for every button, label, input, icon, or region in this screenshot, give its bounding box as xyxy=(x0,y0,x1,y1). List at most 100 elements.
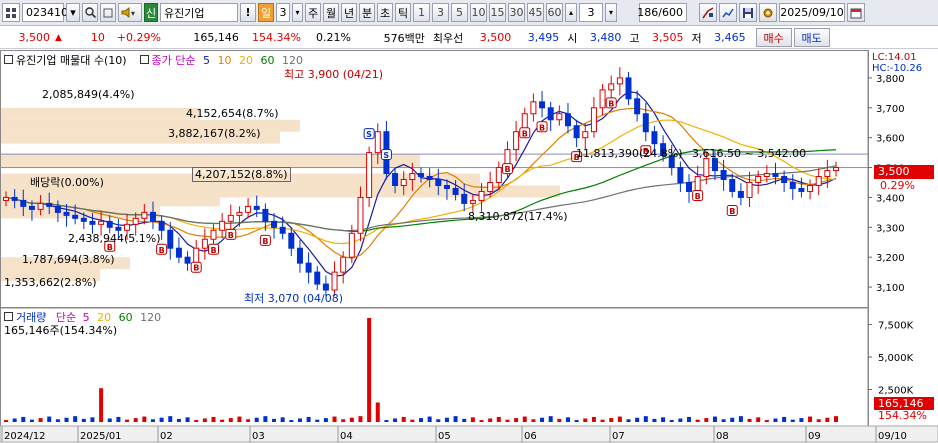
volume-box-icon xyxy=(4,312,13,321)
candle-body xyxy=(634,98,641,115)
stock-code-input[interactable]: 023410 xyxy=(22,3,68,22)
ma-legend: 종가 단순 xyxy=(151,54,196,67)
volume-bar xyxy=(220,419,225,422)
candle-body xyxy=(711,158,718,172)
buy-button[interactable]: 매수 xyxy=(755,28,792,47)
code-dropdown-icon[interactable]: ▾ xyxy=(66,3,80,22)
sell-button[interactable]: 매도 xyxy=(793,28,830,47)
interval-dropdown-icon[interactable]: ▾ xyxy=(605,3,617,22)
period-num-field[interactable]: 3 xyxy=(276,3,290,22)
volume-bar xyxy=(695,419,700,422)
x-axis-band xyxy=(0,425,938,443)
period-tick-button[interactable]: 틱 xyxy=(395,3,411,22)
price-tick-label: 3,300 xyxy=(876,223,905,234)
candle-body xyxy=(348,232,355,258)
candle-body xyxy=(305,262,312,273)
sell-signal-glyph: S xyxy=(366,130,372,139)
candle-body xyxy=(167,229,174,249)
chart-toolbar: 023410 ▾ ▾ 신 유진기업 ! 일 3 ▾ 주 월 년 분 초 틱 1 … xyxy=(0,0,938,26)
volume-bar xyxy=(747,418,752,422)
candle-body xyxy=(400,179,407,186)
candle-body xyxy=(392,173,399,186)
save-icon[interactable] xyxy=(739,3,757,22)
volume-ratio: 154.34% xyxy=(251,31,301,44)
volume-bar xyxy=(626,419,631,422)
volume-pane-border xyxy=(0,307,869,427)
volume-bar xyxy=(73,416,78,422)
x-tick-label: 2025/01 xyxy=(80,431,122,442)
date-field[interactable]: 2025/09/10 xyxy=(779,3,845,22)
price-tick-label: 3,700 xyxy=(876,104,905,115)
stock-name-field[interactable]: 유진기업 xyxy=(160,3,238,22)
candle-body xyxy=(37,202,44,210)
period-week-button[interactable]: 주 xyxy=(305,3,321,22)
profile-label: 1,353,662(2.8%) xyxy=(4,276,97,289)
interval-60-button[interactable]: 60 xyxy=(546,3,563,22)
price-chart[interactable]: 3,100 3,200 3,300 3,400 3,500 3,600 3,700 3,800… xyxy=(0,50,938,443)
price-tick-label: 3,200 xyxy=(876,253,905,264)
svg-text:▾: ▾ xyxy=(131,9,135,18)
candle-body xyxy=(262,208,269,222)
grid-menu-icon[interactable] xyxy=(2,3,20,22)
alert-button[interactable]: ! xyxy=(240,3,256,22)
period-second-button[interactable]: 초 xyxy=(377,3,393,22)
x-tick-label: 04 xyxy=(340,431,353,442)
ma-box-icon xyxy=(139,55,149,64)
volume-bar xyxy=(643,416,648,422)
volume-bar xyxy=(712,416,717,422)
interval-3-button[interactable]: 3 xyxy=(432,3,449,22)
candle-body xyxy=(443,184,450,189)
candle-body xyxy=(833,167,839,172)
period-month-button[interactable]: 월 xyxy=(323,3,339,22)
sell-signal-marker: S xyxy=(363,128,375,140)
x-tick-label: 06 xyxy=(524,431,537,442)
period-minute-button[interactable]: 분 xyxy=(359,3,375,22)
candle-body xyxy=(737,190,744,198)
interval-10-button[interactable]: 10 xyxy=(470,3,487,22)
candle-body xyxy=(80,217,87,222)
volume-bar xyxy=(669,420,674,422)
calendar-icon[interactable] xyxy=(847,3,865,22)
price-change-pct: +0.29% xyxy=(116,31,161,44)
volume-bars xyxy=(4,318,838,422)
chart-type-icon[interactable] xyxy=(719,3,737,22)
volume-bar xyxy=(764,420,769,422)
volume-bar xyxy=(738,416,743,422)
speaker-icon[interactable]: ▾ xyxy=(118,3,142,22)
interval-15-button[interactable]: 15 xyxy=(489,3,506,22)
buy-signal-glyph: B xyxy=(539,123,545,132)
settings-gear-icon[interactable] xyxy=(759,3,777,22)
period-year-button[interactable]: 년 xyxy=(341,3,357,22)
x-tick-label: 2024/12 xyxy=(4,431,46,442)
candle-body xyxy=(625,77,632,100)
legend-box-icon xyxy=(4,55,13,64)
interval-5-button[interactable]: 5 xyxy=(451,3,468,22)
candle-body xyxy=(564,113,571,127)
volume-bar xyxy=(99,388,104,422)
best-ask: 3,500 xyxy=(479,31,512,44)
buy-signal-marker: B xyxy=(605,97,617,109)
buy-signal-marker: B xyxy=(501,163,513,174)
interval-45-button[interactable]: 45 xyxy=(527,3,544,22)
interval-spinner-icon[interactable]: ▴ xyxy=(565,3,577,22)
interval-value-field[interactable]: 3 xyxy=(579,3,603,22)
volume-value: 165,146 xyxy=(193,31,239,44)
volume-bar xyxy=(21,416,26,422)
candle-body xyxy=(201,238,208,249)
interval-1-button[interactable]: 1 xyxy=(413,3,430,22)
search-icon[interactable] xyxy=(82,3,98,22)
candle-body xyxy=(608,83,615,91)
period-day-button[interactable]: 일 xyxy=(258,3,274,22)
clear-icon[interactable] xyxy=(100,3,116,22)
volume-bar xyxy=(427,416,432,422)
volume-bar xyxy=(176,418,181,422)
interval-30-button[interactable]: 30 xyxy=(508,3,525,22)
chart-area[interactable]: 3,100 3,200 3,300 3,400 3,500 3,600 3,700 3,800… xyxy=(0,50,938,443)
quote-bar: 3,500 ▲ 10 +0.29% 165,146 154.34% 0.21% … xyxy=(0,27,938,49)
draw-tool-icon[interactable] xyxy=(699,3,717,22)
period-spinner-icon[interactable]: ▾ xyxy=(292,3,303,22)
candle-body xyxy=(824,170,831,178)
bar-count-field[interactable]: 186/600 xyxy=(637,3,687,22)
buy-signal-marker: B xyxy=(726,204,738,216)
volume-bar xyxy=(254,417,259,422)
